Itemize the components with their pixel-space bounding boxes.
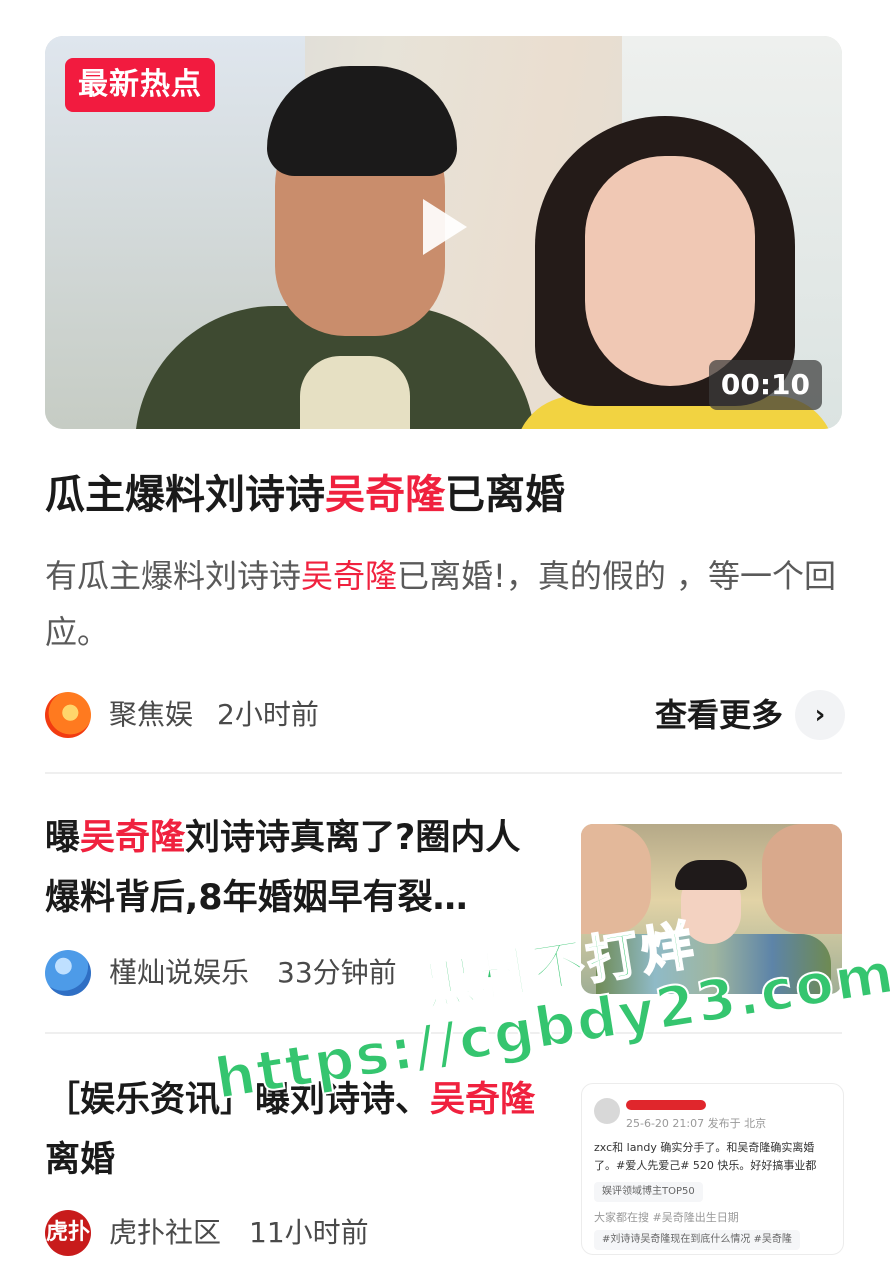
hot-badge: 最新热点	[65, 58, 215, 112]
redacted-username	[626, 1100, 706, 1110]
thumbnail-figure	[675, 860, 747, 890]
title-part: 曝	[45, 818, 81, 858]
avatar	[594, 1098, 620, 1124]
featured-meta: 聚焦娱 2小时前 查看更多 ›	[45, 690, 845, 740]
thumbnail-figure	[581, 824, 651, 934]
title-part: 瓜主爆料刘诗诗	[45, 472, 325, 518]
title-part: ［娱乐资讯］曝刘诗诗、	[45, 1080, 431, 1120]
title-highlight: 吴奇隆	[80, 818, 186, 858]
video-figure-woman-face	[585, 156, 755, 386]
video-figure-shirt	[300, 356, 410, 429]
post-text: zxc和 landy 确实分手了。和吴奇隆确实离婚	[594, 1141, 815, 1154]
title-part: 离婚	[45, 1140, 116, 1180]
source-avatar-icon[interactable]: 虎扑	[45, 1210, 91, 1256]
divider	[45, 1032, 842, 1034]
source-avatar-icon[interactable]	[45, 950, 91, 996]
chevron-right-icon[interactable]: ›	[795, 690, 845, 740]
post-meta: 25-6-20 21:07 发布于 北京	[626, 1117, 767, 1130]
featured-title[interactable]: 瓜主爆料刘诗诗吴奇隆已离婚	[45, 464, 845, 526]
news-item-title[interactable]: ［娱乐资讯］曝刘诗诗、吴奇隆离婚	[45, 1070, 550, 1190]
desc-part: 有瓜主爆料刘诗诗	[45, 557, 302, 595]
title-highlight: 吴奇隆	[325, 472, 445, 518]
desc-highlight: 吴奇隆	[301, 557, 398, 595]
title-part: 已离婚	[445, 472, 565, 518]
publish-time: 33分钟前	[277, 956, 397, 989]
source-avatar-icon[interactable]	[45, 692, 91, 738]
title-highlight: 吴奇隆	[430, 1080, 536, 1120]
post-chip: 娱评领域博主TOP50	[594, 1182, 703, 1202]
publish-time: 11小时前	[249, 1216, 369, 1249]
view-more-button[interactable]: 查看更多	[655, 690, 783, 740]
featured-description[interactable]: 有瓜主爆料刘诗诗吴奇隆已离婚!，真的假的 ，等一个回应。	[45, 548, 845, 660]
divider	[45, 772, 842, 774]
publish-time: 2小时前	[217, 698, 319, 731]
news-item-meta: 虎扑 虎扑社区 11小时前	[45, 1208, 845, 1258]
news-item-title[interactable]: 曝吴奇隆刘诗诗真离了?圈内人爆料背后,8年婚姻早有裂…	[45, 808, 550, 928]
source-name[interactable]: 聚焦娱	[109, 690, 193, 740]
play-icon[interactable]	[423, 199, 467, 255]
source-name[interactable]: 虎扑社区	[109, 1208, 221, 1258]
thumbnail-figure	[762, 824, 842, 934]
news-item-meta: 槿灿说娱乐 33分钟前	[45, 948, 845, 998]
source-name[interactable]: 槿灿说娱乐	[109, 948, 249, 998]
post-text: 了。#爱人先爱己# 520 快乐。好好搞事业都	[594, 1159, 817, 1172]
featured-video-thumbnail[interactable]: 最新热点 00:10	[45, 36, 842, 429]
video-duration: 00:10	[708, 360, 822, 410]
